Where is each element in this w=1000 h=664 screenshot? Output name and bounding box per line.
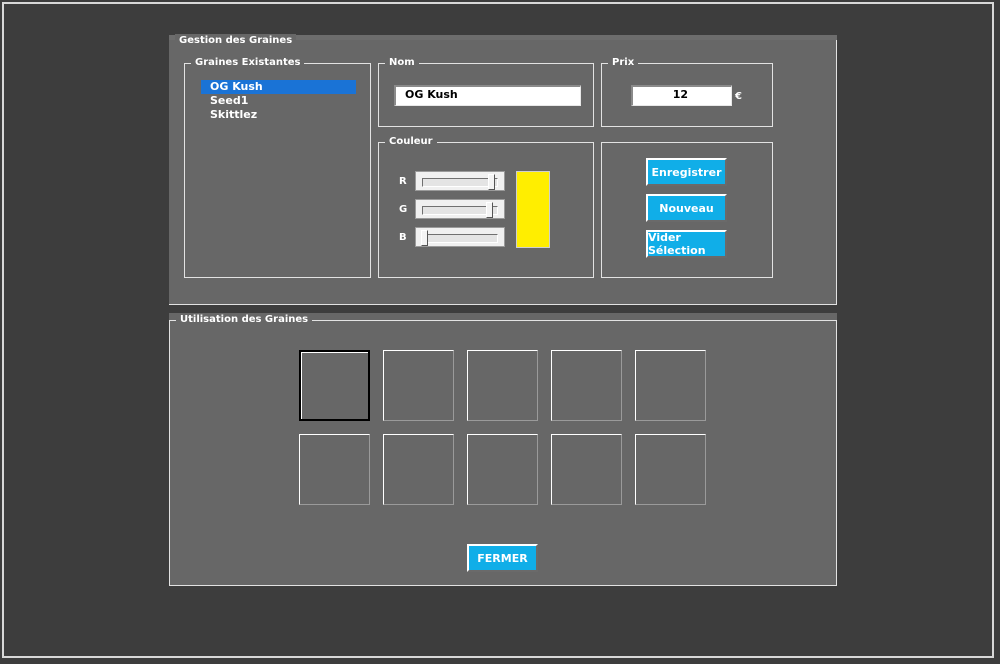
- existing-seeds-title: Graines Existantes: [191, 56, 305, 70]
- price-groupbox: Prix 12 €: [601, 56, 773, 127]
- new-button[interactable]: Nouveau: [646, 194, 727, 222]
- green-slider[interactable]: [415, 199, 505, 219]
- usage-title: Utilisation des Graines: [176, 313, 313, 327]
- gestion-panel: Gestion des Graines Graines Existantes O…: [169, 34, 837, 305]
- price-input[interactable]: 12: [631, 85, 732, 106]
- price-title: Prix: [608, 56, 639, 70]
- name-input[interactable]: OG Kush: [394, 85, 581, 106]
- color-title: Couleur: [385, 135, 437, 149]
- seed-list-item[interactable]: Skittlez: [201, 108, 356, 122]
- color-groupbox: Couleur R G B: [378, 135, 594, 278]
- existing-seeds-groupbox: Graines Existantes OG Kush Seed1 Skittle…: [184, 56, 371, 278]
- close-button[interactable]: FERMER: [467, 544, 538, 572]
- seed-list-item[interactable]: Seed1: [201, 94, 356, 108]
- seed-slot[interactable]: [551, 434, 622, 505]
- seed-slot[interactable]: [467, 350, 538, 421]
- blue-slider[interactable]: [415, 227, 505, 247]
- seed-slot[interactable]: [467, 434, 538, 505]
- blue-label: B: [399, 232, 407, 243]
- save-button[interactable]: Enregistrer: [646, 158, 727, 186]
- red-slider-thumb[interactable]: [488, 174, 495, 190]
- actions-groupbox: Enregistrer Nouveau Vider Sélection: [601, 142, 773, 278]
- seed-slot[interactable]: [383, 350, 454, 421]
- seed-slot[interactable]: [383, 434, 454, 505]
- red-label: R: [399, 176, 407, 187]
- usage-panel: Utilisation des Graines FERMER: [169, 313, 837, 586]
- blue-slider-track: [422, 234, 498, 243]
- seed-slot[interactable]: [635, 434, 706, 505]
- seed-list-item[interactable]: OG Kush: [201, 80, 356, 94]
- red-slider-track: [422, 178, 498, 187]
- green-slider-thumb[interactable]: [486, 202, 493, 218]
- seed-slot[interactable]: [299, 350, 370, 421]
- currency-label: €: [735, 91, 742, 102]
- green-label: G: [399, 204, 408, 215]
- name-title: Nom: [385, 56, 419, 70]
- seed-slot[interactable]: [299, 434, 370, 505]
- clear-selection-button[interactable]: Vider Sélection: [646, 230, 727, 258]
- seed-slot[interactable]: [551, 350, 622, 421]
- blue-slider-thumb[interactable]: [421, 230, 428, 246]
- gestion-title: Gestion des Graines: [175, 34, 297, 48]
- name-groupbox: Nom OG Kush: [378, 56, 594, 127]
- seed-slot[interactable]: [635, 350, 706, 421]
- color-preview-swatch: [516, 171, 550, 248]
- red-slider[interactable]: [415, 171, 505, 191]
